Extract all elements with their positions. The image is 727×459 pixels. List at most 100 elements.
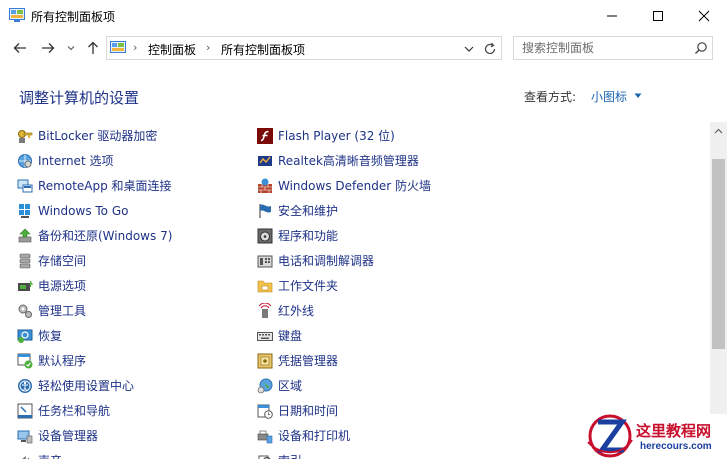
item-label: 设备和打印机 [278, 429, 351, 443]
keyboard-icon [257, 328, 273, 344]
back-button[interactable] [11, 39, 29, 57]
arrow-right-icon [42, 43, 55, 53]
remoteapp-icon [17, 178, 33, 194]
work-folders-icon [257, 278, 273, 294]
item-phone-modem[interactable]: 电话和调制解调器 [257, 248, 374, 273]
item-label: 日期和时间 [278, 404, 339, 418]
item-label: RemoteApp 和桌面连接 [38, 179, 172, 193]
breadcrumb-all-items[interactable]: 所有控制面板项 [221, 41, 305, 58]
security-maintenance-icon [257, 203, 273, 219]
item-label: 声音 [38, 452, 62, 459]
close-button[interactable] [681, 0, 727, 31]
item-label: BitLocker 驱动器加密 [38, 129, 158, 143]
search-input[interactable] [522, 40, 682, 56]
item-windows-to-go[interactable]: Windows To Go [17, 198, 128, 223]
infrared-icon [257, 302, 273, 319]
backup-restore-icon [17, 228, 33, 244]
chevron-right-icon[interactable]: › [206, 41, 210, 54]
address-bar[interactable]: › 控制面板 › 所有控制面板项 [106, 36, 502, 60]
item-realtek-audio[interactable]: Realtek高清晰音频管理器 [257, 148, 419, 173]
device-manager-icon [17, 428, 33, 444]
page-heading: 调整计算机的设置 [19, 89, 140, 107]
ease-of-access-icon [17, 378, 33, 394]
date-time-icon [257, 403, 273, 419]
refresh-icon[interactable] [482, 41, 498, 57]
watermark-url: herecours.com [640, 441, 712, 452]
up-button[interactable] [84, 39, 102, 57]
item-programs-features[interactable]: 程序和功能 [257, 223, 338, 248]
power-options-icon [17, 278, 33, 294]
item-label: 电源选项 [38, 279, 87, 293]
maximize-button[interactable] [635, 0, 681, 31]
item-label: 设备管理器 [38, 429, 99, 443]
minimize-icon [607, 15, 617, 16]
item-label: 任务栏和导航 [38, 404, 111, 418]
item-taskbar-navigation[interactable]: 任务栏和导航 [17, 398, 110, 423]
item-label: 键盘 [278, 329, 303, 343]
item-label: 默认程序 [38, 354, 87, 368]
chevron-down-icon[interactable] [634, 93, 642, 99]
item-firewall[interactable]: Windows Defender 防火墙 [257, 173, 431, 198]
item-label: 管理工具 [38, 304, 87, 318]
vertical-scrollbar[interactable] [710, 122, 727, 459]
item-internet-options[interactable]: Internet 选项 [17, 148, 113, 173]
windows-to-go-icon [17, 203, 33, 219]
item-region[interactable]: 区域 [257, 373, 302, 398]
control-panel-icon [9, 8, 25, 22]
programs-features-icon [257, 228, 273, 244]
close-icon [698, 10, 710, 21]
control-panel-icon [110, 41, 126, 53]
breadcrumb-control-panel[interactable]: 控制面板 [148, 41, 196, 58]
scroll-thumb[interactable] [712, 159, 725, 349]
realtek-audio-icon [257, 153, 273, 169]
item-devices-printers[interactable]: 设备和打印机 [257, 423, 350, 448]
item-label: Windows To Go [38, 203, 129, 218]
item-date-time[interactable]: 日期和时间 [257, 398, 338, 423]
item-flash-player[interactable]: Flash Player (32 位) [257, 123, 395, 148]
region-icon [257, 378, 273, 394]
watermark-text: 这里教程网 [636, 422, 712, 440]
item-bitlocker[interactable]: BitLocker 驱动器加密 [17, 123, 157, 148]
item-label: Internet 选项 [38, 154, 114, 168]
item-recovery[interactable]: 恢复 [17, 323, 62, 348]
item-label: 轻松使用设置中心 [38, 379, 135, 393]
item-label: 索引 [278, 452, 302, 459]
item-sound[interactable]: 声音 [17, 448, 62, 459]
item-label: 备份和还原(Windows 7) [38, 229, 173, 243]
item-label: Flash Player (32 位) [278, 129, 395, 143]
item-ease-of-access[interactable]: 轻松使用设置中心 [17, 373, 134, 398]
item-label: 电话和调制解调器 [278, 254, 375, 268]
item-label: 程序和功能 [278, 229, 339, 243]
credential-manager-icon [257, 353, 273, 369]
maximize-icon [653, 10, 663, 21]
item-admin-tools[interactable]: 管理工具 [17, 298, 86, 323]
title-bar: 所有控制面板项 [0, 0, 727, 31]
item-security-maintenance[interactable]: 安全和维护 [257, 198, 338, 223]
view-by-label: 查看方式: [524, 90, 577, 104]
recent-locations-button[interactable] [65, 39, 77, 57]
view-by-dropdown[interactable]: 小图标 [591, 88, 627, 105]
search-icon[interactable] [694, 41, 708, 55]
item-indexing[interactable]: 索引 [257, 448, 302, 459]
forward-button[interactable] [39, 39, 57, 57]
scroll-up-button[interactable] [710, 122, 727, 139]
item-remoteapp[interactable]: RemoteApp 和桌面连接 [17, 173, 172, 198]
search-box[interactable] [513, 36, 713, 60]
minimize-button[interactable] [589, 0, 635, 31]
chevron-down-icon [67, 46, 75, 51]
taskbar-icon [17, 403, 33, 419]
item-credential-manager[interactable]: 凭据管理器 [257, 348, 338, 373]
item-backup-restore[interactable]: 备份和还原(Windows 7) [17, 223, 172, 248]
item-keyboard[interactable]: 键盘 [257, 323, 302, 348]
item-default-programs[interactable]: 默认程序 [17, 348, 86, 373]
item-work-folders[interactable]: 工作文件夹 [257, 273, 338, 298]
item-power-options[interactable]: 电源选项 [17, 273, 86, 298]
item-device-manager[interactable]: 设备管理器 [17, 423, 98, 448]
bitlocker-icon [17, 128, 33, 144]
storage-spaces-icon [17, 253, 33, 269]
indexing-icon [257, 453, 273, 459]
devices-printers-icon [257, 428, 273, 444]
item-storage-spaces[interactable]: 存储空间 [17, 248, 86, 273]
item-infrared[interactable]: 红外线 [257, 298, 314, 323]
address-dropdown-icon[interactable] [462, 42, 476, 56]
